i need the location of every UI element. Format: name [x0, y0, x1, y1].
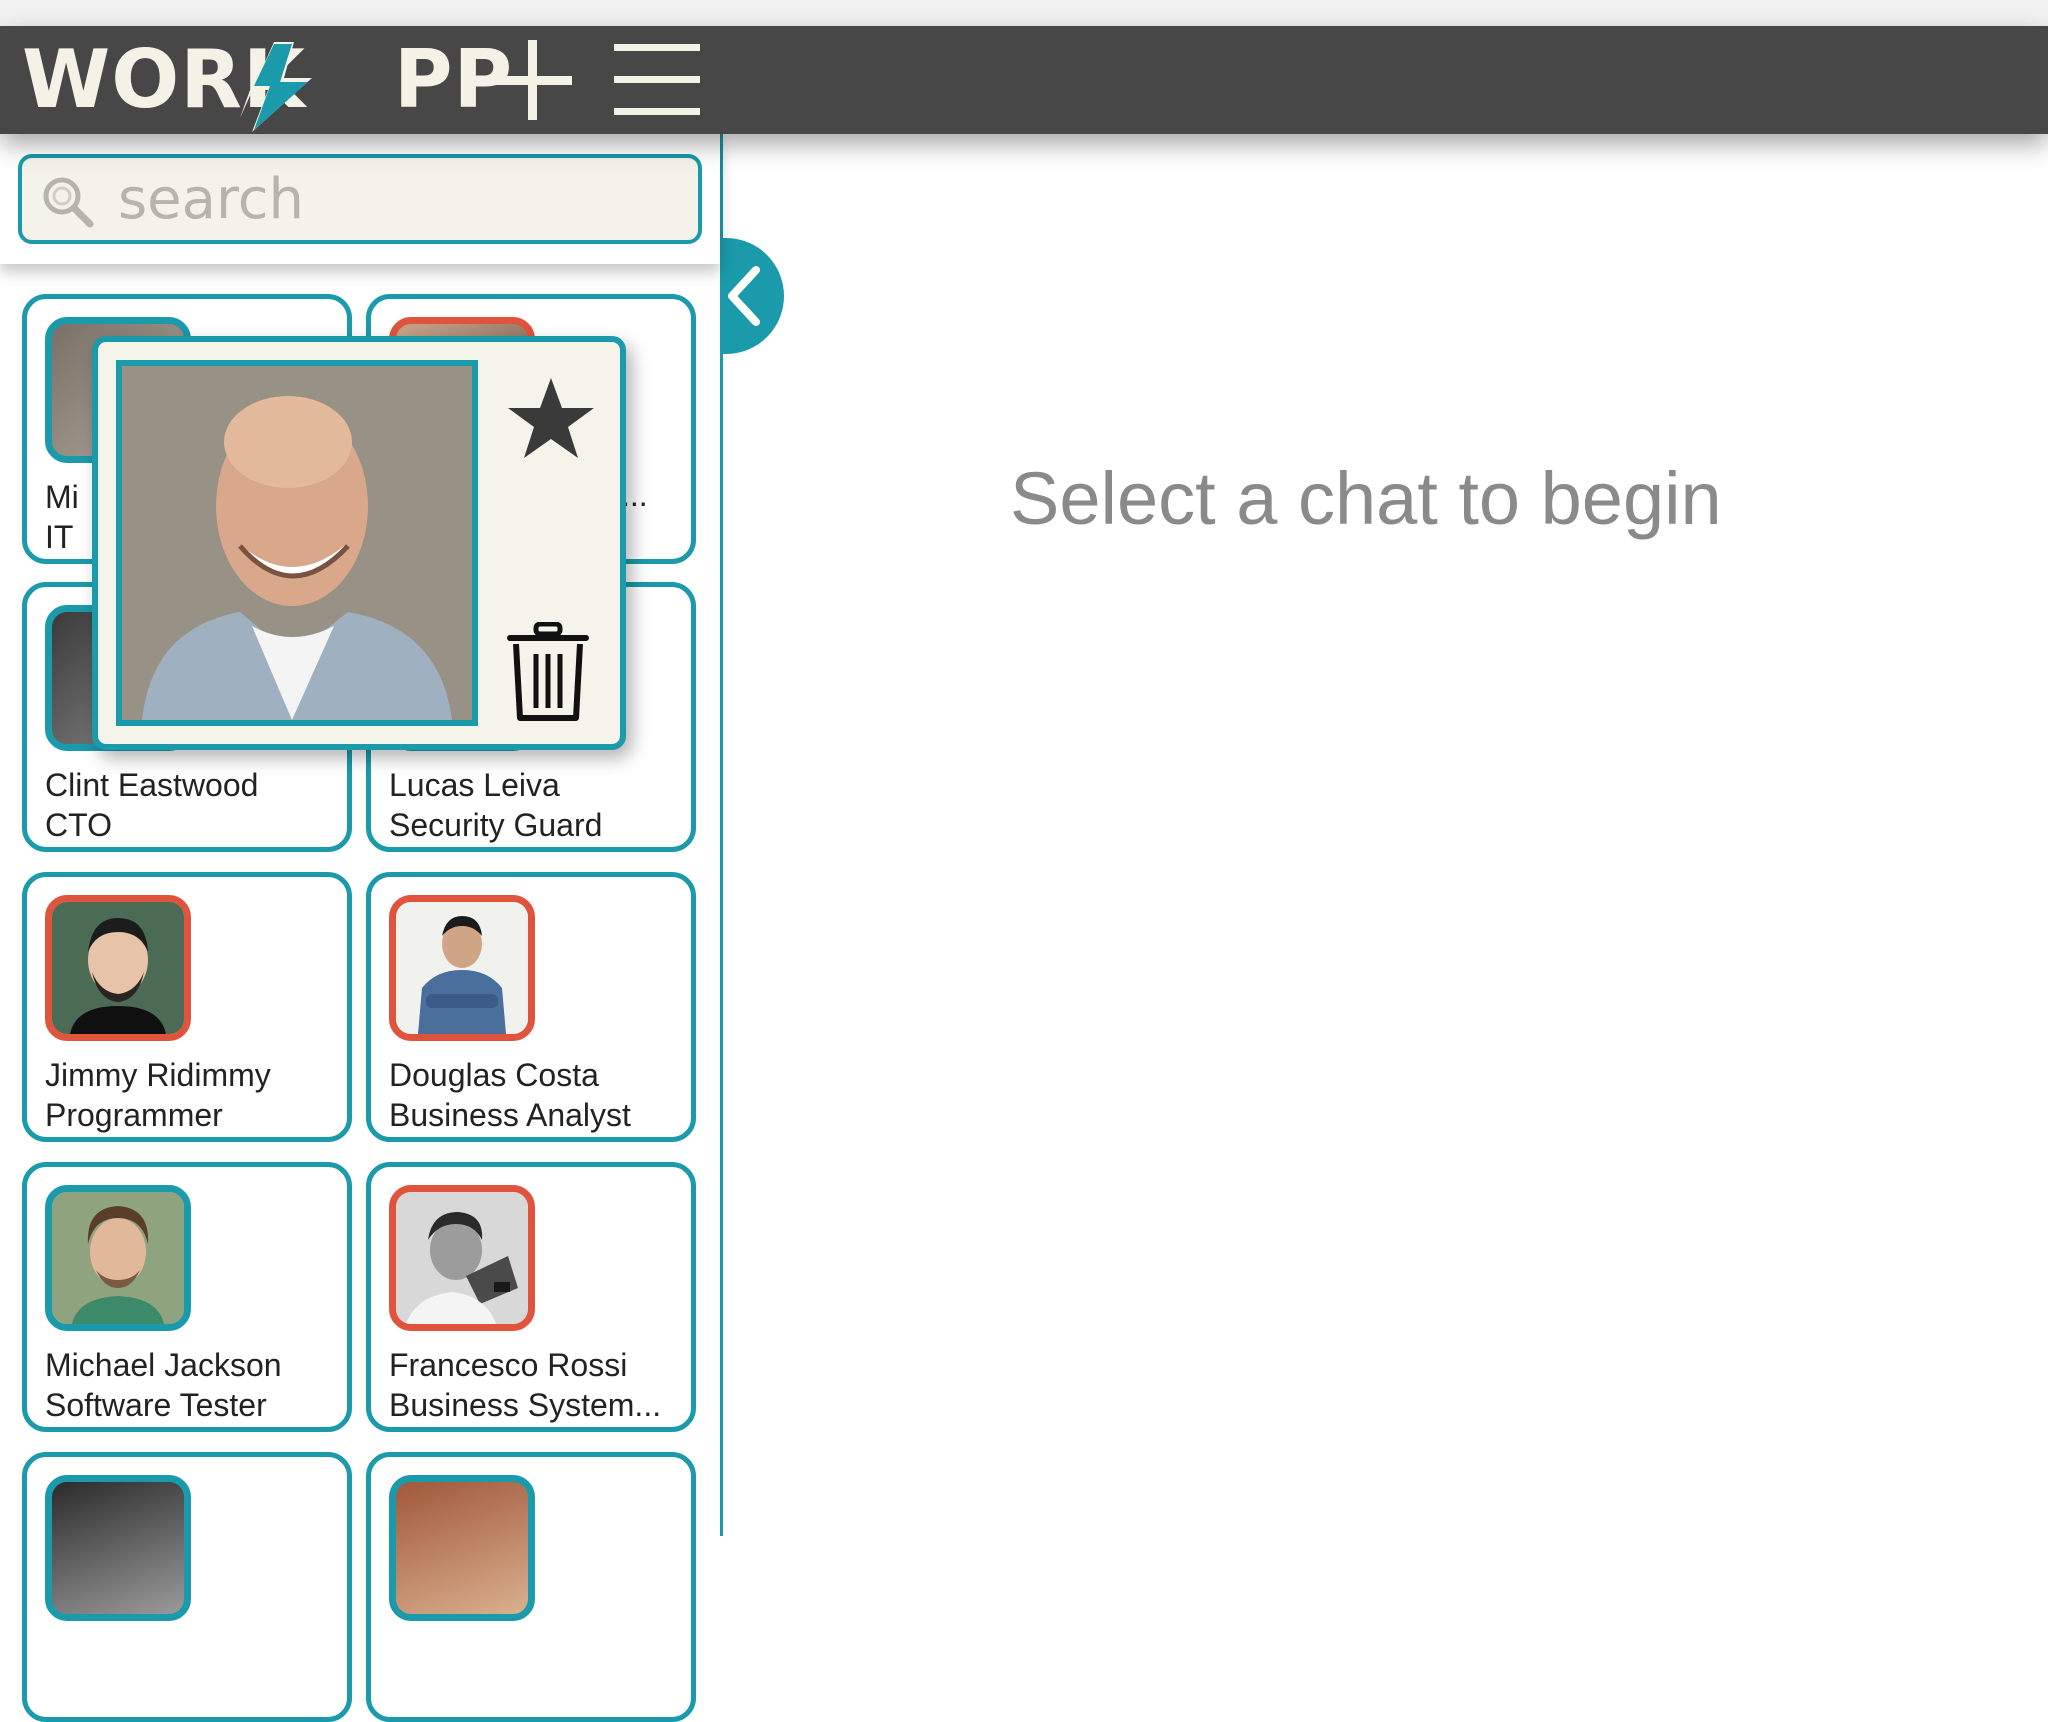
app-logo[interactable]: WORK PP [22, 40, 513, 132]
contact-role: CTO [45, 807, 112, 843]
avatar [45, 895, 191, 1041]
search-bar [0, 134, 720, 264]
contact-card[interactable]: Douglas Costa Business Analyst [366, 872, 696, 1142]
search-input[interactable] [116, 162, 680, 236]
status-strip [0, 0, 2048, 26]
contact-role: Security Guard [389, 807, 603, 843]
empty-chat-message: Select a chat to begin [1010, 457, 1722, 540]
contact-card[interactable]: Michael Jackson Software Tester [22, 1162, 352, 1432]
contact-preview-popup [92, 336, 626, 750]
person-photo [396, 1192, 528, 1324]
contact-role: Business System... [389, 1387, 662, 1423]
avatar [389, 1475, 535, 1621]
delete-contact-button[interactable] [506, 621, 590, 722]
contact-role: Programmer [45, 1097, 223, 1133]
contact-name: Douglas Costa [389, 1057, 599, 1093]
collapse-sidebar-button[interactable] [714, 238, 784, 354]
contact-card[interactable] [22, 1452, 352, 1722]
favorite-button[interactable] [506, 374, 596, 464]
search-box[interactable] [18, 154, 702, 244]
hamburger-icon [614, 44, 700, 115]
contact-role: Business Analyst [389, 1097, 631, 1133]
contact-name: Jimmy Ridimmy [45, 1057, 271, 1093]
app-bar: WORK PP [0, 26, 2048, 134]
avatar [45, 1185, 191, 1331]
avatar [45, 1475, 191, 1621]
contact-photo-large [116, 360, 478, 726]
person-photo [396, 902, 528, 1034]
contact-name: Lucas Leiva [389, 767, 560, 803]
avatar [389, 895, 535, 1041]
bolt-logo-icon [240, 42, 312, 132]
person-photo [52, 902, 184, 1034]
menu-button[interactable] [612, 40, 702, 120]
chevron-left-icon [728, 266, 760, 326]
add-chat-button[interactable] [488, 36, 576, 124]
person-photo [52, 1192, 184, 1324]
person-photo [122, 366, 472, 720]
contact-card[interactable] [366, 1452, 696, 1722]
contact-card[interactable]: Jimmy Ridimmy Programmer [22, 872, 352, 1142]
contact-role: ... [621, 477, 648, 513]
contact-name: Michael Jackson [45, 1347, 282, 1383]
search-icon [43, 177, 94, 228]
trash-icon [507, 621, 589, 721]
contact-role: Software Tester [45, 1387, 267, 1423]
contact-card[interactable]: Francesco Rossi Business System... [366, 1162, 696, 1432]
contact-name: Francesco Rossi [389, 1347, 628, 1383]
contact-name: Clint Eastwood [45, 767, 259, 803]
star-icon [508, 378, 594, 458]
avatar [389, 1185, 535, 1331]
plus-icon [492, 40, 572, 120]
